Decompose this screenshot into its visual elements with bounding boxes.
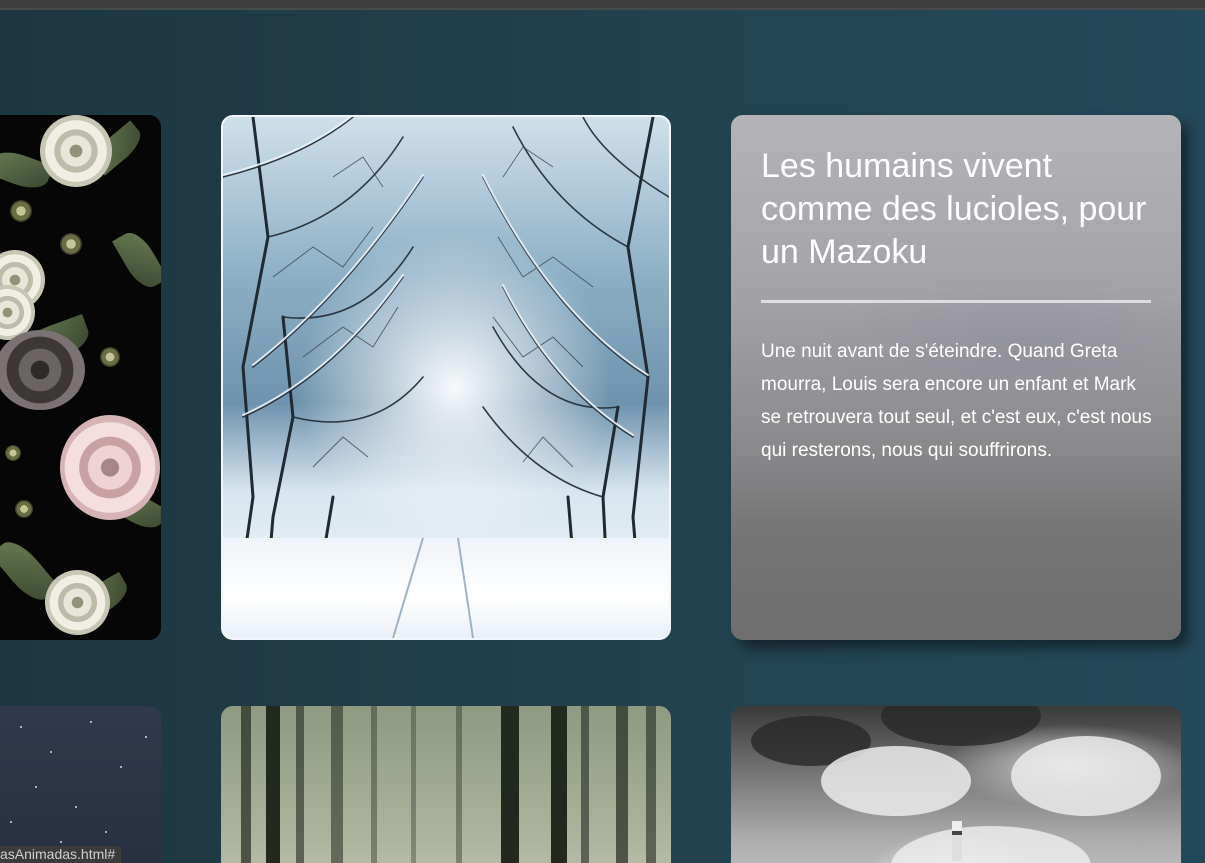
star <box>145 736 147 738</box>
star <box>75 806 77 808</box>
tree-trunk <box>411 706 416 863</box>
quote-text: Une nuit avant de s'éteindre. Quand Gret… <box>761 341 1152 461</box>
star <box>60 841 62 843</box>
star <box>90 721 92 723</box>
tree-trunk <box>456 706 462 863</box>
snow-road <box>223 538 669 638</box>
quote-divider <box>761 300 1151 303</box>
star <box>20 726 22 728</box>
status-bar-link-url: asAnimadas.html# <box>0 846 122 863</box>
light-cloud <box>1011 736 1161 816</box>
tree-trunk <box>551 706 567 863</box>
gallery-card-flowers[interactable] <box>0 115 161 640</box>
tree-trunk <box>266 706 280 863</box>
gallery-card-storm[interactable] <box>731 706 1181 863</box>
star <box>10 821 12 823</box>
flower-bud <box>15 500 33 518</box>
tree-trunk <box>241 706 251 863</box>
light-cloud <box>891 826 1091 863</box>
light-cloud <box>821 746 971 816</box>
gallery-card-quote[interactable]: Les humains vivent comme des lucioles, p… <box>731 115 1181 640</box>
tree-trunk <box>371 706 377 863</box>
star <box>120 766 122 768</box>
tree-trunk <box>296 706 304 863</box>
tree-trunk <box>646 706 656 863</box>
gallery-card-winter[interactable] <box>221 115 671 640</box>
flower-bud <box>5 445 21 461</box>
dark-cloud <box>881 706 1041 746</box>
star <box>105 831 107 833</box>
pink-rose <box>60 415 160 520</box>
flower-bud <box>100 347 120 367</box>
white-rose <box>45 570 110 635</box>
flower-bud <box>60 233 82 255</box>
star <box>50 751 52 753</box>
tree-trunk <box>331 706 343 863</box>
browser-top-bar <box>0 0 1205 10</box>
star <box>35 786 37 788</box>
grey-rose <box>0 330 85 410</box>
tree-trunk <box>581 706 589 863</box>
tree-trunk <box>501 706 519 863</box>
gallery-card-forest[interactable] <box>221 706 671 863</box>
lighthouse-icon <box>952 821 962 861</box>
white-rose <box>40 115 112 187</box>
leaf-shape <box>112 226 161 294</box>
tree-trunk <box>616 706 628 863</box>
flower-bud <box>10 200 32 222</box>
gallery-card-stars[interactable] <box>0 706 161 863</box>
quote-title: Les humains vivent comme des lucioles, p… <box>761 147 1147 271</box>
